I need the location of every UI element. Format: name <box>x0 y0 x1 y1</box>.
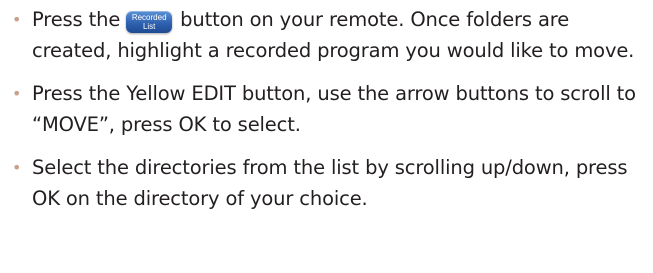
step-1-text-after: button on your remote. Once folders are … <box>32 8 635 62</box>
instruction-step-2: • Press the Yellow EDIT button, use the … <box>10 78 650 140</box>
recorded-button-label-line1: Recorded <box>131 13 167 22</box>
step-1-text-before: Press the <box>32 8 121 31</box>
instruction-list: • Press the Recorded List button on your re… <box>10 4 650 226</box>
recorded-button-label-line2: List <box>142 22 156 31</box>
bullet-icon: • <box>12 84 22 103</box>
bullet-icon: • <box>12 10 22 29</box>
recorded-list-button-icon: Recorded List <box>126 11 173 33</box>
step-2-text: Press the Yellow EDIT button, use the ar… <box>32 82 636 136</box>
bullet-icon: • <box>12 158 22 177</box>
instruction-step-1: • Press the Recorded List button on your re… <box>10 4 650 66</box>
step-3-text: Select the directories from the list by … <box>32 156 628 210</box>
instruction-step-3: • Select the directories from the list b… <box>10 152 650 214</box>
